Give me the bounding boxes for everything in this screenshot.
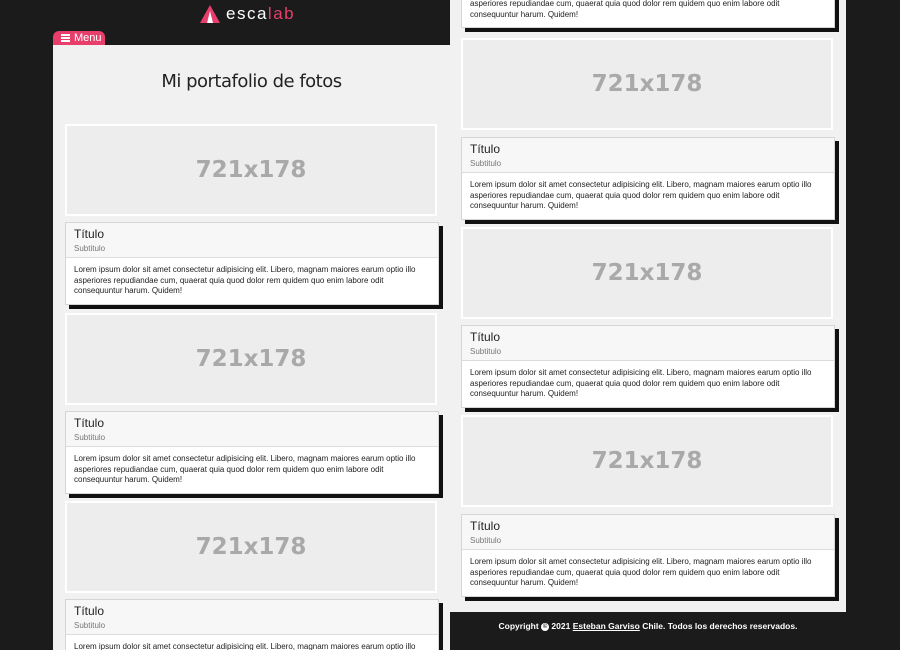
portfolio-content-left: Mi portafolio de fotos 721x178 Título Su… (53, 45, 450, 650)
card-title: Título (74, 416, 105, 430)
card-subtitle: Subtitulo (470, 159, 502, 168)
card-title: Título (74, 227, 105, 241)
copyright-icon: © (541, 622, 550, 631)
card-title: Título (470, 519, 501, 533)
card-subtitle: Subtitulo (74, 433, 106, 442)
photo-placeholder: 721x178 (461, 415, 833, 507)
escalab-logo-icon (200, 5, 220, 23)
portfolio-content-right: asperiores repudiandae cum, quaerat quia… (450, 0, 846, 612)
left-frame: escalab Menu Mi portafolio de fotos 721x… (0, 0, 450, 650)
photo-placeholder: 721x178 (65, 124, 437, 216)
menu-label: Menu (74, 32, 102, 44)
card-text: Lorem ipsum dolor sit amet consectetur a… (470, 368, 812, 398)
right-margin (846, 0, 900, 650)
card-text: asperiores repudiandae cum, quaerat quia… (470, 0, 780, 19)
photo-placeholder: 721x178 (65, 501, 437, 593)
card-text: Lorem ipsum dolor sit amet consectetur a… (470, 180, 812, 210)
photo-placeholder: 721x178 (65, 313, 437, 405)
card-header: Título Subtitulo (66, 412, 438, 447)
card-title: Título (470, 330, 501, 344)
card-header: Título Subtitulo (462, 326, 834, 361)
photo-card: Título Subtitulo Lorem ipsum dolor sit a… (65, 411, 439, 494)
card-title: Título (74, 604, 105, 618)
card-subtitle: Subtitulo (74, 621, 106, 630)
card-header: Título Subtitulo (462, 515, 834, 550)
card-header: Título Subtitulo (66, 223, 438, 258)
card-header: Título Subtitulo (462, 138, 834, 173)
card-text: Lorem ipsum dolor sit amet consectetur a… (470, 557, 812, 587)
photo-placeholder: 721x178 (461, 38, 833, 130)
photo-card: Título Subtitulo Lorem ipsum dolor sit a… (461, 514, 835, 597)
photo-placeholder: 721x178 (461, 227, 833, 319)
card-subtitle: Subtitulo (470, 536, 502, 545)
card-text: Lorem ipsum dolor sit amet consectetur a… (74, 642, 416, 650)
photo-card: asperiores repudiandae cum, quaerat quia… (461, 0, 835, 28)
brand-logo[interactable]: escalab (200, 4, 310, 24)
site-footer: Copyright © 2021 Esteban Garviso Chile. … (450, 612, 846, 650)
copyright-year: 2021 (551, 621, 571, 631)
author-link[interactable]: Esteban Garviso (573, 621, 640, 631)
copyright-suffix: Chile. Todos los derechos reservados. (642, 621, 798, 631)
menu-button[interactable]: Menu (53, 31, 105, 45)
photo-card: Título Subtitulo Lorem ipsum dolor sit a… (65, 222, 439, 305)
page-title: Mi portafolio de fotos (161, 71, 342, 92)
copyright-label: Copyright (498, 621, 539, 631)
photo-card: Título Subtitulo Lorem ipsum dolor sit a… (461, 325, 835, 408)
photo-card: Título Subtitulo Lorem ipsum dolor sit a… (65, 599, 439, 650)
card-subtitle: Subtitulo (470, 347, 502, 356)
brand-name: escalab (226, 4, 296, 23)
card-text: Lorem ipsum dolor sit amet consectetur a… (74, 265, 416, 295)
card-title: Título (470, 142, 501, 156)
photo-card: Título Subtitulo Lorem ipsum dolor sit a… (461, 137, 835, 220)
card-subtitle: Subtitulo (74, 244, 106, 253)
card-text: Lorem ipsum dolor sit amet consectetur a… (74, 454, 416, 484)
card-header: Título Subtitulo (66, 600, 438, 635)
hamburger-icon (61, 34, 70, 42)
